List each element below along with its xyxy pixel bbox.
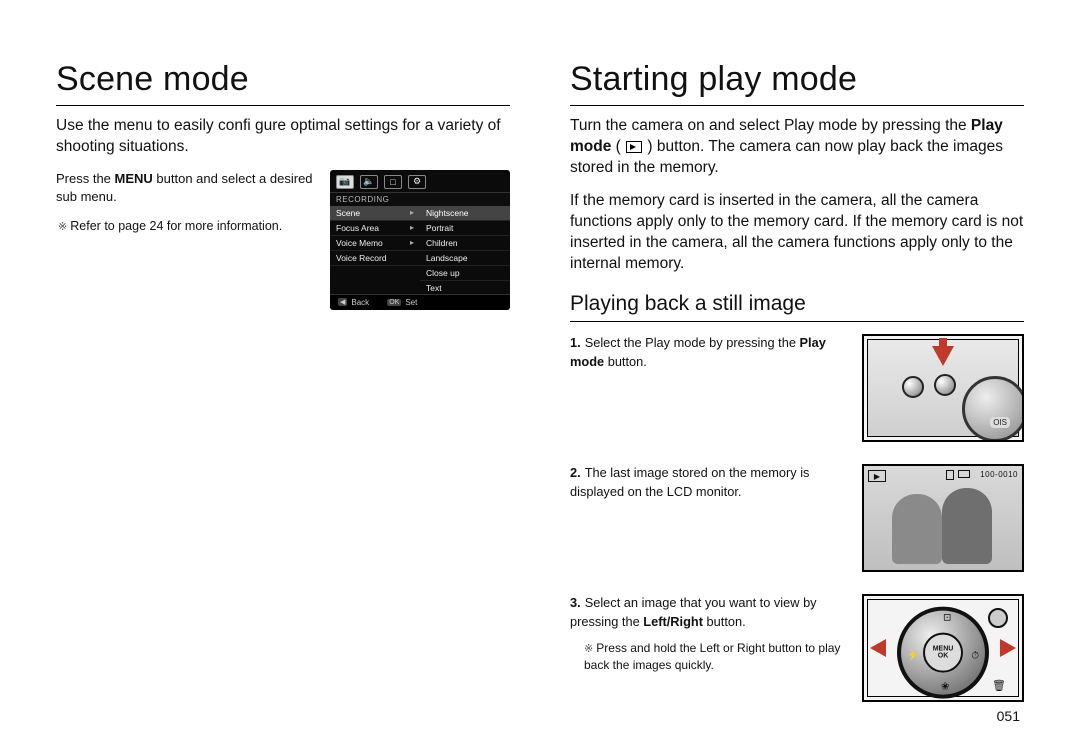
step-3: 3.Select an image that you want to view … (570, 594, 848, 674)
red-arrow-left-icon (870, 639, 886, 657)
step-2-num: 2. (570, 465, 581, 480)
lcd-tab-camera-icon: 📷 (336, 175, 354, 189)
page-number: 051 (997, 708, 1020, 724)
chevron-right-icon: ▸ (410, 208, 414, 217)
lcd-foot-back: ◀ Back (338, 298, 369, 307)
lcd-tab-setup-icon: ⚙ (408, 175, 426, 189)
dial-up-icon: ⊡ (943, 613, 951, 624)
osd-card-icon (946, 470, 954, 480)
lcd-foot-set: OK Set (387, 298, 417, 307)
small-button-icon (988, 608, 1008, 628)
five-way-dial-icon: MENU OK ⊡ ⚡ ⏱ ❀ (897, 607, 989, 699)
step-3-bold: Left/Right (643, 614, 703, 629)
step-2-text: The last image stored on the memory is d… (570, 465, 809, 499)
lcd-item-voice-record-label: Voice Record (336, 253, 387, 263)
playback-subheading: Playing back a still image (570, 292, 1024, 322)
play-mode-icon (626, 141, 642, 153)
osd-battery-icon (958, 470, 970, 478)
step-3-note: Press and hold the Left or Right button … (584, 640, 848, 675)
lcd-header: RECORDING (330, 193, 510, 206)
step-1-b: button. (604, 354, 647, 369)
press-menu-instruction: Press the MENU button and select a desir… (56, 170, 316, 206)
osd-play-icon: ▶ (868, 470, 886, 482)
illus-control-dial: MENU OK ⊡ ⚡ ⏱ ❀ 🗑 (862, 594, 1024, 702)
ref-note: Refer to page 24 for more information. (58, 218, 316, 236)
ois-label: OIS (990, 417, 1010, 428)
lcd-sub-children: Children (420, 236, 510, 251)
person-left-icon (892, 494, 942, 564)
play-mode-intro-1: Turn the camera on and select Play mode … (570, 116, 1024, 179)
lcd-item-scene-label: Scene (336, 208, 360, 218)
step-3-b: button. (703, 614, 746, 629)
lcd-foot-set-label: Set (405, 298, 417, 307)
intro1-c: ( (611, 138, 625, 155)
mode-dial-icon (962, 376, 1024, 442)
lcd-item-scene: Scene ▸ (330, 206, 420, 221)
dial-right-timer-icon: ⏱ (971, 651, 979, 662)
trash-icon: 🗑 (992, 679, 1006, 692)
scene-mode-intro: Use the menu to easily confi gure optima… (56, 116, 510, 158)
lcd-item-voice-memo: Voice Memo ▸ (330, 236, 420, 251)
lcd-tab-sound-icon: 🔈 (360, 175, 378, 189)
menu-ok-button-icon: MENU OK (923, 633, 963, 673)
lcd-tab-display-icon: □ (384, 175, 402, 189)
lcd-foot-back-label: Back (351, 298, 369, 307)
chevron-right-icon: ▸ (410, 238, 414, 247)
intro1-a: Turn the camera on and select Play mode … (570, 117, 971, 134)
person-right-icon (942, 488, 992, 564)
red-arrow-right-icon (1000, 639, 1016, 657)
lcd-item-voice-record: Voice Record (330, 251, 420, 266)
lcd-sub-landscape: Landscape (420, 251, 510, 266)
lcd-menu-screenshot: 📷 🔈 □ ⚙ RECORDING Scene ▸ Focus Area ▸ Voi… (330, 170, 510, 310)
play-mode-intro-2: If the memory card is inserted in the ca… (570, 191, 1024, 275)
chevron-right-icon: ▸ (410, 223, 414, 232)
scene-mode-title: Scene mode (56, 60, 510, 106)
play-mode-title: Starting play mode (570, 60, 1024, 106)
step-1-num: 1. (570, 335, 581, 350)
ok-label: OK (938, 653, 949, 660)
dial-down-macro-icon: ❀ (941, 682, 949, 693)
lcd-sub-portrait: Portrait (420, 221, 510, 236)
osd-file-number: 100-0010 (980, 470, 1018, 479)
press-menu-pre: Press the (56, 171, 115, 186)
lcd-item-focus-area: Focus Area ▸ (330, 221, 420, 236)
left-key-icon: ◀ (338, 298, 347, 306)
ok-key-icon: OK (387, 299, 401, 306)
step-1: 1.Select the Play mode by pressing the P… (570, 334, 848, 371)
dial-left-flash-icon: ⚡ (907, 651, 919, 662)
step-1-a: Select the Play mode by pressing the (585, 335, 800, 350)
step-2: 2.The last image stored on the memory is… (570, 464, 848, 501)
lcd-sub-nightscene: Nightscene (420, 206, 510, 221)
step-3-num: 3. (570, 595, 581, 610)
illus-camera-top: OIS (862, 334, 1024, 442)
lcd-sub-closeup: Close up (420, 266, 510, 281)
illus-playback-photo: ▶ 100-0010 (862, 464, 1024, 572)
menu-label: MENU (933, 646, 954, 653)
lcd-item-focus-area-label: Focus Area (336, 223, 379, 233)
lcd-item-voice-memo-label: Voice Memo (336, 238, 383, 248)
red-arrow-down-icon (932, 346, 954, 366)
press-menu-bold: MENU (115, 171, 153, 186)
